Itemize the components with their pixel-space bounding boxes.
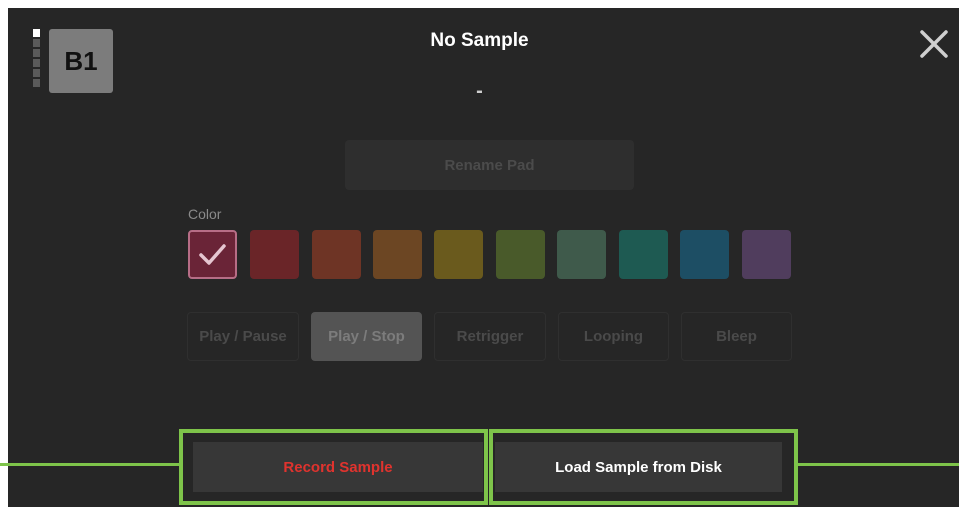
color-swatch-5[interactable] [434, 230, 483, 279]
color-swatch-2[interactable] [250, 230, 299, 279]
color-swatch-8[interactable] [619, 230, 668, 279]
load-sample-button[interactable]: Load Sample from Disk [495, 442, 782, 492]
color-swatch-1[interactable] [188, 230, 237, 279]
mode-play-pause-button[interactable]: Play / Pause [187, 312, 299, 361]
color-label: Color [188, 206, 222, 222]
checkmark-icon [199, 244, 226, 265]
mode-looping-button[interactable]: Looping [558, 312, 669, 361]
highlight-line-right [797, 463, 959, 466]
mode-retrigger-button[interactable]: Retrigger [434, 312, 546, 361]
color-swatch-10[interactable] [742, 230, 791, 279]
close-icon[interactable] [918, 28, 950, 60]
mode-bleep-button[interactable]: Bleep [681, 312, 792, 361]
rename-pad-button[interactable]: Rename Pad [345, 140, 634, 190]
color-swatch-3[interactable] [312, 230, 361, 279]
bank-dot [33, 69, 40, 77]
mode-play-stop-button[interactable]: Play / Stop [311, 312, 422, 361]
color-swatch-6[interactable] [496, 230, 545, 279]
color-swatch-9[interactable] [680, 230, 729, 279]
highlight-line-left [0, 463, 181, 466]
color-swatch-4[interactable] [373, 230, 422, 279]
bank-dot [33, 59, 40, 67]
color-swatch-7[interactable] [557, 230, 606, 279]
sample-title: No Sample [430, 30, 529, 51]
record-sample-button[interactable]: Record Sample [193, 442, 483, 492]
sample-subtitle: - [476, 80, 483, 102]
